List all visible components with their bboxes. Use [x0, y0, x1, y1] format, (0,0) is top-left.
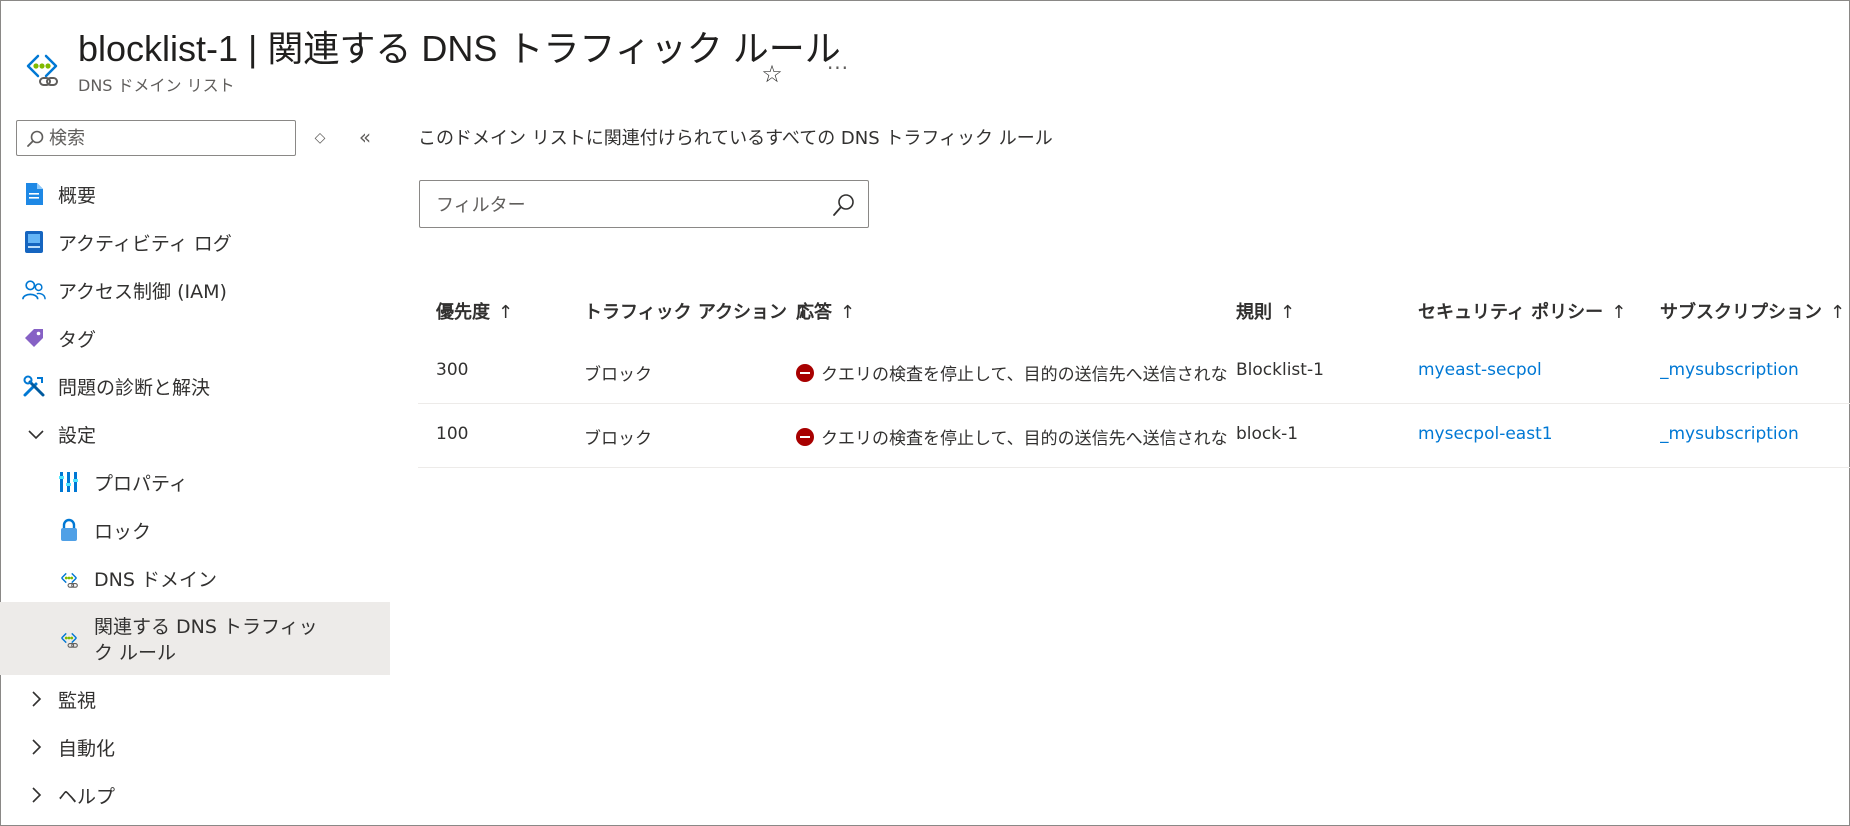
collapse-menu-icon[interactable]: « — [352, 124, 378, 152]
cell-response: クエリの検査を停止して、目的の送信先へ送信されない。 — [796, 360, 1228, 385]
page-subtitle: DNS ドメイン リスト — [78, 76, 235, 95]
menu-item-label: 関連する DNS トラフィック ルール — [94, 616, 318, 664]
filter-input[interactable] — [436, 193, 816, 217]
page-title: blocklist-1 | 関連する DNS トラフィック ルール — [78, 28, 841, 69]
cell-priority: 300 — [436, 360, 469, 380]
menu-item-overview[interactable]: 概要 — [0, 170, 390, 218]
more-options-button[interactable]: ··· — [818, 58, 858, 86]
security-policy-link[interactable]: myeast-secpol — [1418, 360, 1542, 380]
sort-ascending-icon: ↑ — [1830, 302, 1846, 323]
resource-menu: ◇ « 概要 アクティビティ ログ アクセス制御 (IAM) タグ — [0, 110, 390, 826]
column-header-subscription[interactable]: サブスクリプション ↑ — [1660, 298, 1845, 324]
menu-item-related-dns-traffic-rules[interactable]: 関連する DNS トラフィック ルール — [0, 602, 390, 675]
cell-traffic-action: ブロック — [584, 365, 652, 385]
page-description: このドメイン リストに関連付けられているすべての DNS トラフィック ルール — [418, 128, 1053, 149]
chevron-right-icon — [26, 689, 46, 709]
table-row[interactable]: 300 ブロック クエリの検査を停止して、目的の送信先へ送信されない。 Bloc… — [418, 340, 1850, 404]
sort-ascending-icon: ↑ — [498, 302, 514, 323]
column-header-response[interactable]: 応答 ↑ — [796, 298, 1228, 324]
menu-item-label: 監視 — [58, 689, 97, 712]
sort-ascending-icon: ↑ — [1280, 302, 1296, 323]
block-status-icon — [796, 364, 814, 382]
column-header-traffic-action[interactable]: トラフィック アクション ↑ — [584, 298, 810, 324]
menu-search-input[interactable] — [49, 125, 289, 151]
properties-icon — [57, 470, 81, 494]
rules-table: 優先度 ↑ トラフィック アクション ↑ 応答 ↑ 規則 ↑ セキュリティ ポリシー ↑ … — [418, 280, 1850, 468]
cell-traffic-action: ブロック — [584, 429, 652, 449]
menu-item-label: 概要 — [58, 184, 97, 207]
expand-collapse-all-icon[interactable]: ◇ — [310, 124, 330, 152]
menu-item-label: 問題の診断と解決 — [58, 376, 211, 399]
sort-ascending-icon: ↑ — [840, 302, 856, 323]
menu-group-automation[interactable]: 自動化 — [0, 723, 390, 771]
activity-log-icon — [22, 230, 46, 254]
table-header: 優先度 ↑ トラフィック アクション ↑ 応答 ↑ 規則 ↑ セキュリティ ポリシー ↑ … — [418, 280, 1850, 340]
menu-item-dns-domains[interactable]: DNS ドメイン — [0, 554, 390, 602]
sort-ascending-icon: ↑ — [1611, 302, 1627, 323]
filter-box[interactable] — [419, 180, 869, 228]
menu-item-label: ロック — [94, 520, 152, 543]
dns-domain-icon — [57, 566, 81, 590]
subscription-link[interactable]: _mysubscription — [1660, 360, 1799, 380]
menu-item-diagnose[interactable]: 問題の診断と解決 — [0, 362, 390, 410]
menu-group-settings[interactable]: 設定 — [0, 410, 390, 458]
menu-item-activity-log[interactable]: アクティビティ ログ — [0, 218, 390, 266]
cell-rule: Blocklist-1 — [1236, 360, 1324, 380]
subscription-link[interactable]: _mysubscription — [1660, 424, 1799, 444]
menu-item-label: DNS ドメイン — [94, 568, 217, 591]
search-icon[interactable] — [830, 191, 858, 219]
chevron-down-icon — [26, 424, 46, 444]
overview-icon — [22, 182, 46, 206]
column-header-security-policy[interactable]: セキュリティ ポリシー ↑ — [1418, 298, 1626, 324]
lock-icon — [57, 518, 81, 542]
menu-group-help[interactable]: ヘルプ — [0, 771, 390, 819]
dns-domain-list-icon — [26, 54, 58, 86]
block-status-icon — [796, 428, 814, 446]
menu-item-properties[interactable]: プロパティ — [0, 458, 390, 506]
chevron-right-icon — [26, 737, 46, 757]
dns-traffic-rule-icon — [57, 626, 81, 650]
tag-icon — [22, 326, 46, 350]
cell-response: クエリの検査を停止して、目的の送信先へ送信されない。 — [796, 424, 1228, 449]
menu-item-label: プロパティ — [94, 472, 188, 495]
chevron-right-icon — [26, 785, 46, 805]
menu-search-box[interactable] — [16, 120, 296, 156]
menu-item-label: ヘルプ — [58, 785, 116, 808]
menu-item-label: アクセス制御 (IAM) — [58, 280, 227, 303]
cell-priority: 100 — [436, 424, 469, 444]
menu-item-tags[interactable]: タグ — [0, 314, 390, 362]
column-header-priority[interactable]: 優先度 ↑ — [436, 298, 513, 324]
table-row[interactable]: 100 ブロック クエリの検査を停止して、目的の送信先へ送信されない。 bloc… — [418, 404, 1850, 468]
cell-rule: block-1 — [1236, 424, 1299, 444]
menu-item-iam[interactable]: アクセス制御 (IAM) — [0, 266, 390, 314]
menu-group-monitoring[interactable]: 監視 — [0, 675, 390, 723]
menu-item-label: 自動化 — [58, 737, 116, 760]
security-policy-link[interactable]: mysecpol-east1 — [1418, 424, 1553, 444]
menu-item-label: アクティビティ ログ — [58, 232, 232, 255]
iam-icon — [22, 278, 46, 302]
menu-item-locks[interactable]: ロック — [0, 506, 390, 554]
favorite-star-icon[interactable]: ☆ — [758, 60, 786, 88]
menu-item-label: 設定 — [58, 424, 97, 447]
column-header-rule[interactable]: 規則 ↑ — [1236, 298, 1295, 324]
menu-list: 概要 アクティビティ ログ アクセス制御 (IAM) タグ 問題の診断と解決 設… — [0, 170, 390, 819]
menu-item-label: タグ — [58, 328, 97, 351]
search-icon — [27, 130, 44, 147]
diagnose-icon — [22, 374, 46, 398]
